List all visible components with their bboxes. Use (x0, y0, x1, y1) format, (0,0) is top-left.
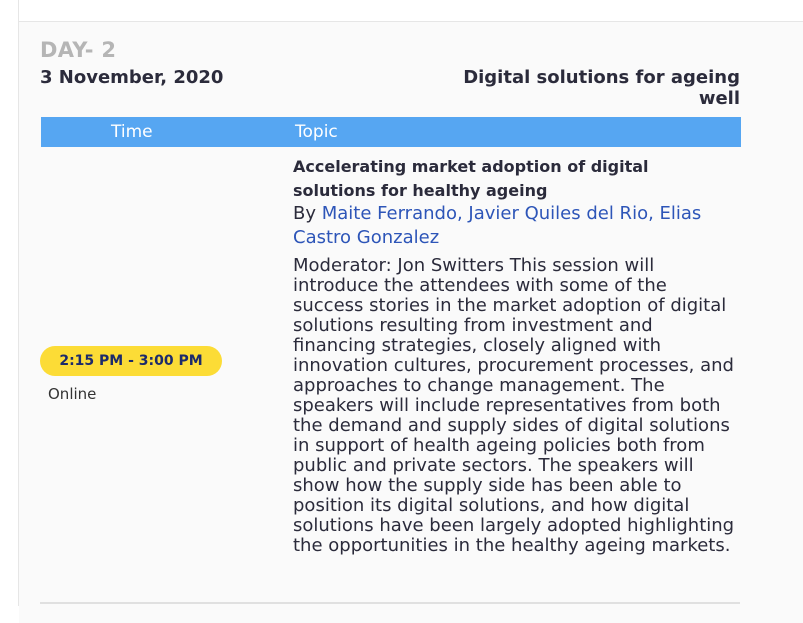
session-speakers: By Maite Ferrando, Javier Quiles del Rio… (293, 202, 738, 250)
session-title: Accelerating market adoption of digital … (293, 157, 649, 200)
speakers-prefix: By (293, 203, 322, 224)
column-header-topic: Topic (295, 122, 338, 142)
previous-card (18, 0, 803, 22)
day-label: DAY- 2 (40, 38, 117, 62)
time-badge: 2:15 PM - 3:00 PM (40, 346, 222, 376)
speakers-link[interactable]: Maite Ferrando, Javier Quiles del Rio, E… (293, 203, 701, 248)
row-divider (40, 602, 740, 604)
day-date: 3 November, 2020 (40, 67, 224, 88)
session-location: Online (48, 385, 97, 403)
column-header-time: Time (111, 122, 153, 142)
table-header: Time Topic (41, 117, 741, 147)
track-title: Digital solutions for ageing well (463, 67, 740, 109)
session-description: Moderator: Jon Switters This session wil… (293, 255, 735, 556)
